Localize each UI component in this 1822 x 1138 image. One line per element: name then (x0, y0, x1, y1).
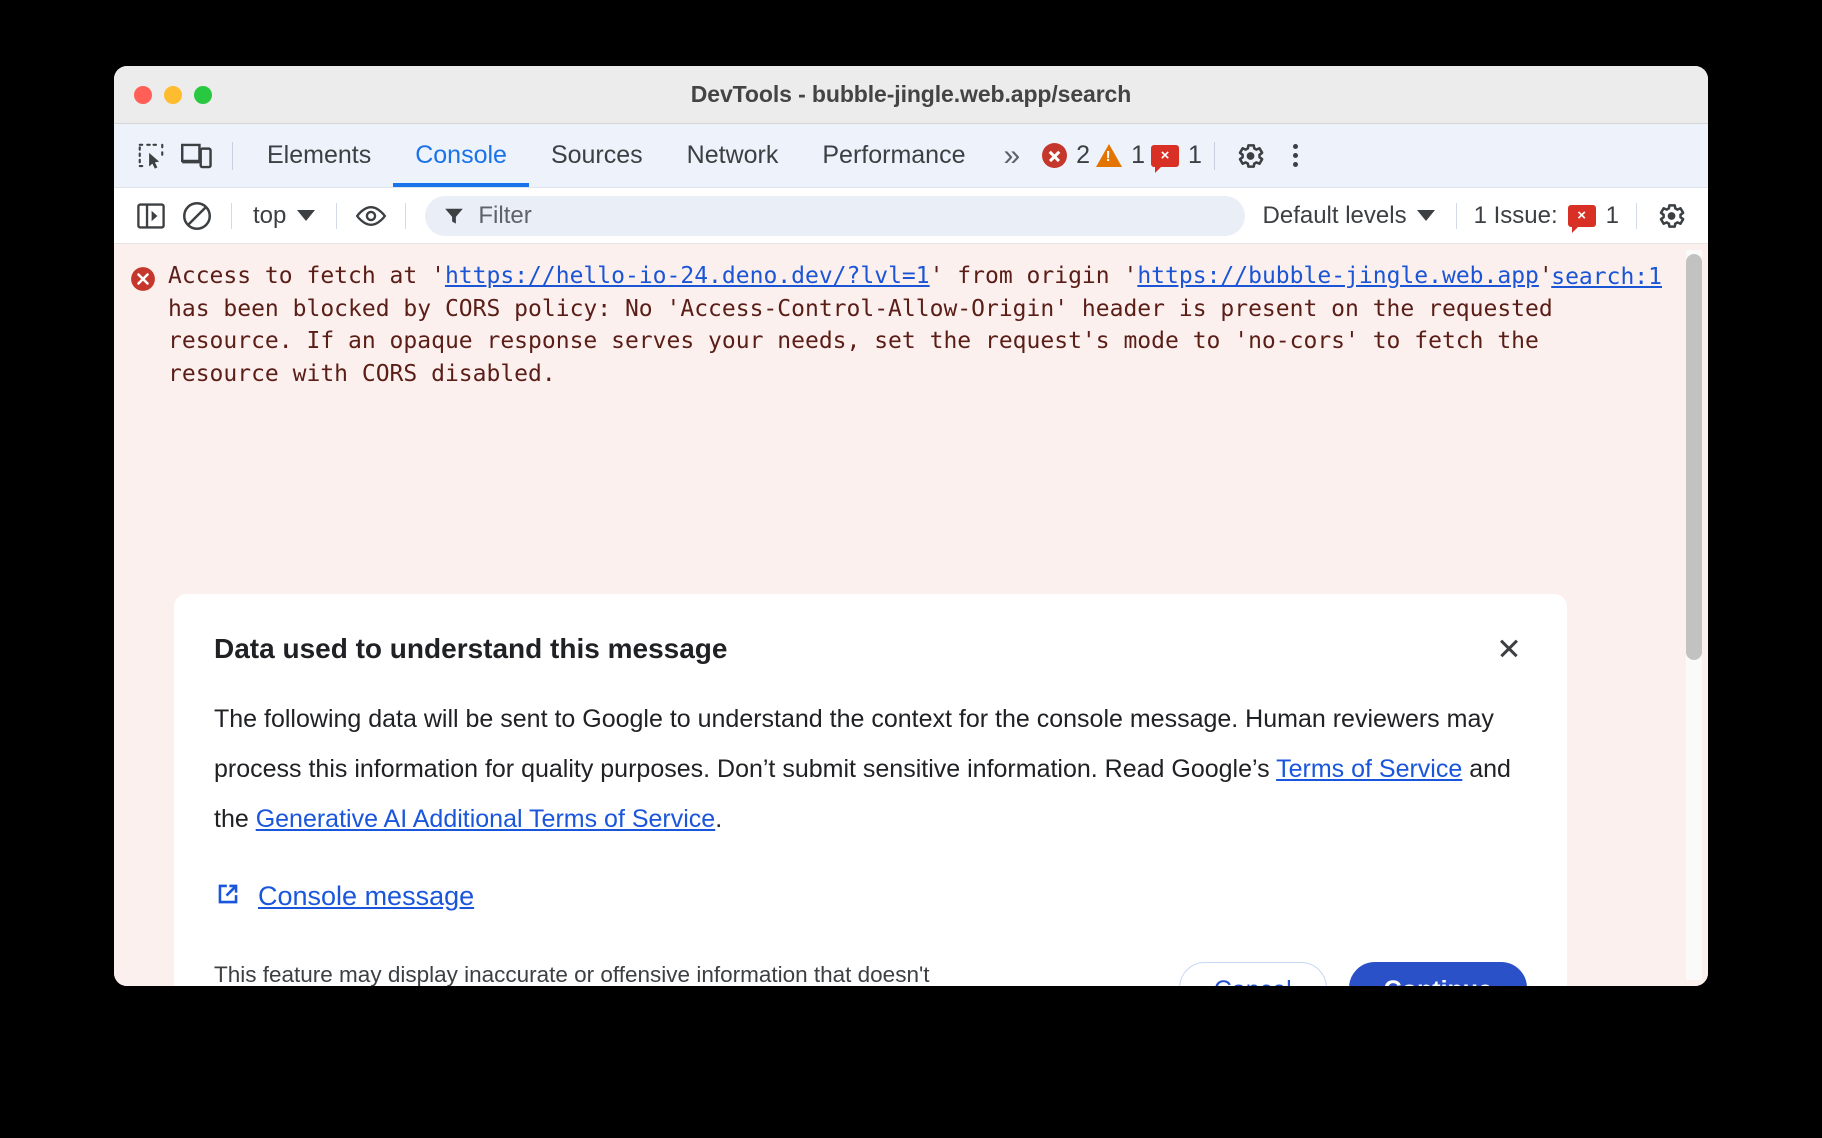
error-link-fetch-url[interactable]: https://hello-io-24.deno.dev/?lvl=1 (445, 263, 930, 289)
console-scrollbar-thumb[interactable] (1686, 254, 1702, 660)
log-levels-label: Default levels (1263, 202, 1407, 230)
filterbar-divider-5 (1636, 203, 1637, 229)
console-message-row[interactable]: Console message (214, 880, 1527, 913)
screen-root: DevTools - bubble-jingle.web.app/search … (0, 0, 1822, 1138)
clear-console-button[interactable] (174, 195, 220, 237)
dialog-disclaimer: This feature may display inaccurate or o… (214, 959, 1014, 986)
tabbar-divider-right (1214, 142, 1215, 170)
devtools-tabbar: Elements Console Sources Network Perform… (114, 124, 1708, 188)
settings-button[interactable] (1227, 135, 1273, 177)
log-levels-selector[interactable]: Default levels (1253, 202, 1445, 230)
window-title: DevTools - bubble-jingle.web.app/search (114, 81, 1708, 108)
console-settings-button[interactable] (1648, 195, 1694, 237)
filterbar-divider-2 (336, 203, 337, 229)
dialog-header: Data used to understand this message (214, 632, 1527, 666)
more-tabs-button[interactable]: » (987, 141, 1036, 171)
filter-input[interactable]: Filter (425, 196, 1244, 236)
body-part-4: . (715, 805, 722, 833)
dialog-actions: Cancel Continue (1179, 962, 1527, 986)
external-link-icon (214, 880, 242, 908)
gear-icon (1234, 140, 1266, 172)
clear-console-icon (182, 201, 212, 231)
chevron-down-icon (297, 210, 315, 221)
error-counter[interactable]: 2 (1042, 141, 1090, 170)
external-link-icon-wrap (214, 880, 242, 913)
dialog-title: Data used to understand this message (214, 632, 727, 666)
tab-elements[interactable]: Elements (245, 124, 393, 187)
execution-context-label: top (253, 202, 286, 230)
issues-badge-icon: × (1568, 205, 1596, 227)
inspect-element-button[interactable] (128, 135, 174, 177)
terms-of-service-link[interactable]: Terms of Service (1276, 755, 1462, 783)
console-error-icon-wrap (130, 266, 156, 390)
error-text-part-2: ' from origin ' (930, 263, 1138, 289)
inspect-element-icon (136, 141, 166, 171)
filterbar-divider-4 (1456, 203, 1457, 229)
warning-triangle-icon (1096, 144, 1122, 167)
main-menu-button[interactable] (1273, 135, 1319, 177)
console-source-link[interactable]: search:1 (1551, 264, 1662, 290)
filter-funnel-icon (443, 205, 465, 227)
chevron-down-icon-levels (1417, 210, 1435, 221)
filter-placeholder: Filter (478, 202, 531, 230)
execution-context-selector[interactable]: top (243, 202, 325, 230)
error-circle-icon (130, 266, 156, 292)
warning-counter[interactable]: 1 (1096, 141, 1145, 170)
devtools-window: DevTools - bubble-jingle.web.app/search … (114, 66, 1708, 986)
tab-performance[interactable]: Performance (800, 124, 987, 187)
window-titlebar: DevTools - bubble-jingle.web.app/search (114, 66, 1708, 124)
console-message-link[interactable]: Console message (258, 881, 474, 912)
console-sidebar-icon (137, 203, 165, 229)
cancel-button[interactable]: Cancel (1179, 962, 1327, 986)
device-toolbar-button[interactable] (174, 135, 220, 177)
tab-network[interactable]: Network (665, 124, 801, 187)
error-link-origin-url[interactable]: https://bubble-jingle.web.app (1137, 263, 1539, 289)
error-text-part-0: Access to fetch at ' (168, 263, 445, 289)
generative-ai-terms-link[interactable]: Generative AI Additional Terms of Servic… (256, 805, 716, 833)
disclaimer-part-0: This feature may display inaccurate or o… (214, 962, 930, 986)
issue-counter[interactable]: × 1 (1151, 141, 1202, 170)
tab-console[interactable]: Console (393, 124, 529, 187)
console-error-message[interactable]: Access to fetch at 'https://hello-io-24.… (114, 244, 1708, 390)
console-settings-gear-icon (1655, 200, 1687, 232)
issue-count-label: 1 (1188, 141, 1202, 170)
data-consent-dialog: Data used to understand this message The… (174, 594, 1567, 986)
console-error-text: Access to fetch at 'https://hello-io-24.… (168, 260, 1598, 390)
issues-badge-glyph: × (1568, 205, 1596, 227)
error-count-label: 2 (1076, 141, 1090, 170)
issue-badge-glyph: × (1151, 145, 1179, 167)
eye-icon (354, 203, 388, 229)
issues-counter[interactable]: 1 Issue: × 1 (1468, 202, 1625, 230)
console-sidebar-toggle-button[interactable] (128, 195, 174, 237)
issues-label: 1 Issue: (1474, 202, 1558, 230)
device-toolbar-icon (181, 141, 213, 171)
kebab-menu-icon (1293, 144, 1298, 167)
issues-count-label: 1 (1606, 202, 1619, 230)
filterbar-divider-3 (405, 203, 406, 229)
issue-badge-icon: × (1151, 145, 1179, 167)
continue-button[interactable]: Continue (1349, 962, 1527, 986)
tabbar-divider (232, 142, 233, 170)
dialog-body-text: The following data will be sent to Googl… (214, 694, 1527, 844)
console-scrollbar-track[interactable] (1686, 250, 1702, 980)
tab-sources[interactable]: Sources (529, 124, 665, 187)
dialog-footer: This feature may display inaccurate or o… (214, 959, 1527, 986)
error-circle-icon (1042, 143, 1067, 168)
dialog-close-button[interactable] (1491, 630, 1527, 666)
console-filter-toolbar: top Filter Default levels (114, 188, 1708, 244)
filterbar-divider-1 (231, 203, 232, 229)
console-panel: Access to fetch at 'https://hello-io-24.… (114, 244, 1708, 986)
warning-count-label: 1 (1131, 141, 1145, 170)
live-expression-button[interactable] (348, 195, 394, 237)
